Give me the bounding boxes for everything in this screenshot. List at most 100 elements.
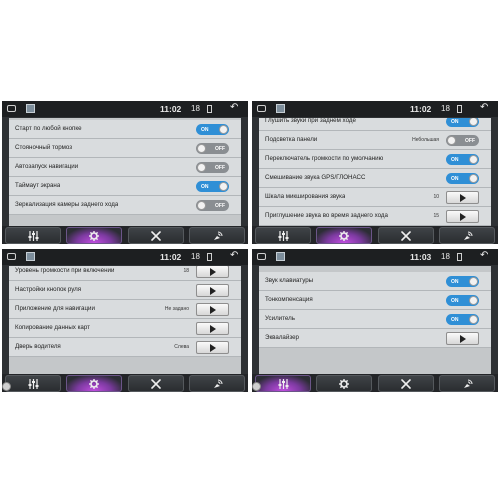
settings-row[interactable]: Копирование данных карт: [9, 319, 241, 338]
home-icon[interactable]: [7, 253, 16, 260]
nav-tab-satellite[interactable]: [189, 375, 245, 392]
settings-row[interactable]: Глушить звуки при заднем ходе ON: [259, 118, 491, 131]
setting-label: Уровень громкости при включении: [15, 267, 115, 274]
toggle-switch[interactable]: ON: [446, 154, 479, 165]
nav-tab-sliders[interactable]: [255, 375, 311, 392]
app-icon[interactable]: [26, 252, 35, 261]
settings-list[interactable]: Старт по любой кнопке ON Стояночный торм…: [9, 118, 241, 226]
settings-row[interactable]: Шкала микширования звука 10: [259, 188, 491, 207]
open-setting-button[interactable]: [196, 266, 229, 278]
home-icon[interactable]: [257, 105, 266, 112]
play-icon: [210, 344, 216, 352]
settings-row[interactable]: Настройки кнопок руля: [9, 281, 241, 300]
settings-row[interactable]: Автозапуск навигации OFF: [9, 158, 241, 177]
open-setting-button[interactable]: [196, 341, 229, 354]
settings-row[interactable]: Эквалайзер: [259, 329, 491, 348]
setting-value: 10: [433, 194, 439, 200]
toggle-switch[interactable]: ON: [196, 124, 229, 135]
back-icon[interactable]: ↶: [480, 102, 488, 113]
setting-value: Слева: [174, 344, 189, 350]
setting-label: Старт по любой кнопке: [15, 125, 82, 132]
settings-row[interactable]: Зеркализация камеры заднего хода OFF: [9, 196, 241, 215]
toggle-switch[interactable]: ON: [196, 181, 229, 192]
settings-row[interactable]: Звук клавиатуры ON: [259, 272, 491, 291]
tools-icon: [151, 379, 161, 392]
volume-level: 18: [441, 104, 450, 113]
settings-row[interactable]: Дверь водителя Слева: [9, 338, 241, 357]
settings-row[interactable]: Смешивание звука GPS/ГЛОНАСС ON: [259, 169, 491, 188]
open-setting-button[interactable]: [196, 322, 229, 335]
bottom-nav: [2, 374, 248, 392]
nav-tab-tools[interactable]: [378, 375, 434, 392]
satellite-icon: [212, 379, 223, 392]
app-icon[interactable]: [276, 252, 285, 261]
settings-row[interactable]: Усилитель ON: [259, 310, 491, 329]
toggle-switch[interactable]: OFF: [196, 200, 229, 211]
settings-row[interactable]: Таймаут экрана ON: [9, 177, 241, 196]
settings-list[interactable]: Глушить звуки при заднем ходе ON Подсвет…: [259, 118, 491, 226]
floating-button-icon[interactable]: [2, 382, 11, 391]
settings-list[interactable]: Звук клавиатуры ON Тонкомпенсация ON Уси…: [259, 266, 491, 374]
toggle-state: OFF: [465, 138, 475, 144]
setting-label: Тонкомпенсация: [265, 296, 313, 303]
back-icon[interactable]: ↶: [230, 102, 238, 113]
home-icon[interactable]: [7, 105, 16, 112]
nav-tab-sliders[interactable]: [255, 227, 311, 244]
toggle-switch[interactable]: ON: [446, 173, 479, 184]
toggle-state: ON: [201, 127, 209, 133]
nav-tab-tools[interactable]: [128, 375, 184, 392]
recent-apps-icon[interactable]: [207, 253, 212, 261]
settings-row[interactable]: Стояночный тормоз OFF: [9, 139, 241, 158]
app-icon[interactable]: [276, 104, 285, 113]
back-icon[interactable]: ↶: [230, 250, 238, 261]
nav-tab-sliders[interactable]: [5, 375, 61, 392]
settings-row[interactable]: Подсветка панели Небольшая OFF: [259, 131, 491, 150]
app-icon[interactable]: [26, 104, 35, 113]
settings-row[interactable]: Приглушение звука во время заднего хода 1…: [259, 207, 491, 226]
settings-list[interactable]: Уровень громкости при включении 18 Настро…: [9, 266, 241, 374]
open-setting-button[interactable]: [446, 332, 479, 345]
nav-tab-satellite[interactable]: [439, 227, 495, 244]
settings-row[interactable]: Приложение для навигации Не задано: [9, 300, 241, 319]
nav-tab-satellite[interactable]: [189, 227, 245, 244]
recent-apps-icon[interactable]: [207, 105, 212, 113]
setting-label: Зеркализация камеры заднего хода: [15, 201, 119, 208]
settings-row[interactable]: Переключатель громкости по умолчанию ON: [259, 150, 491, 169]
toggle-knob: [197, 201, 206, 210]
setting-label: Таймаут экрана: [15, 182, 61, 189]
settings-row[interactable]: Тонкомпенсация ON: [259, 291, 491, 310]
setting-label: Шкала микширования звука: [265, 193, 346, 200]
toggle-switch[interactable]: OFF: [446, 135, 479, 146]
nav-tab-satellite[interactable]: [439, 375, 495, 392]
recent-apps-icon[interactable]: [457, 105, 462, 113]
home-icon[interactable]: [257, 253, 266, 260]
nav-tab-gear[interactable]: [316, 227, 372, 244]
toggle-switch[interactable]: ON: [446, 295, 479, 306]
nav-tab-gear[interactable]: [66, 375, 122, 392]
nav-tab-tools[interactable]: [378, 227, 434, 244]
open-setting-button[interactable]: [446, 191, 479, 204]
back-icon[interactable]: ↶: [480, 250, 488, 261]
sliders-icon: [28, 231, 39, 244]
open-setting-button[interactable]: [446, 210, 479, 223]
open-setting-button[interactable]: [196, 284, 229, 297]
play-icon: [460, 213, 466, 221]
toggle-switch[interactable]: OFF: [196, 143, 229, 154]
nav-tab-gear[interactable]: [66, 227, 122, 244]
floating-button-icon[interactable]: [252, 382, 261, 391]
open-setting-button[interactable]: [196, 303, 229, 316]
bottom-nav: [2, 226, 248, 244]
setting-label: Смешивание звука GPS/ГЛОНАСС: [265, 174, 366, 181]
nav-tab-gear[interactable]: [316, 375, 372, 392]
nav-tab-sliders[interactable]: [5, 227, 61, 244]
setting-value: Не задано: [164, 306, 189, 312]
settings-row[interactable]: Уровень громкости при включении 18: [9, 266, 241, 281]
toggle-switch[interactable]: ON: [446, 118, 479, 127]
recent-apps-icon[interactable]: [457, 253, 462, 261]
toggle-switch[interactable]: ON: [446, 314, 479, 325]
toggle-switch[interactable]: OFF: [196, 162, 229, 173]
satellite-icon: [212, 231, 223, 244]
settings-row[interactable]: Старт по любой кнопке ON: [9, 120, 241, 139]
toggle-switch[interactable]: ON: [446, 276, 479, 287]
nav-tab-tools[interactable]: [128, 227, 184, 244]
